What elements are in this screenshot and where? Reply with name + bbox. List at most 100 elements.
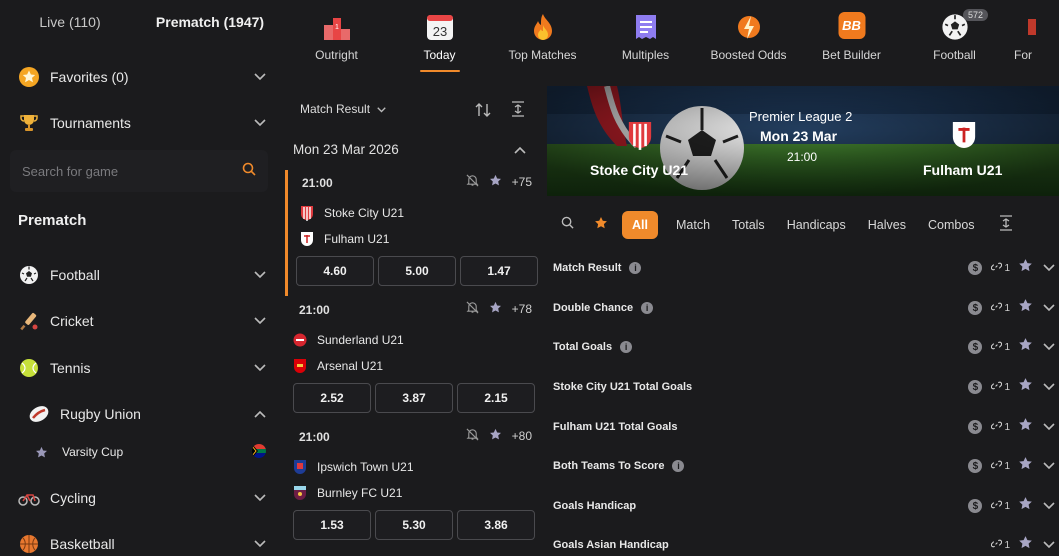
info-icon[interactable]: i <box>629 262 642 274</box>
tab-halves[interactable]: Halves <box>868 218 906 232</box>
match-card[interactable]: 21:00 +80 Ipswich Town U21 Burnley FC U2… <box>285 424 540 556</box>
sidebar-item-football[interactable]: Football <box>18 260 266 290</box>
odd-draw-button[interactable]: 3.87 <box>375 383 453 413</box>
search-input[interactable] <box>22 163 242 179</box>
bet-builder-link[interactable]: 1 <box>991 380 1010 394</box>
odd-home-button[interactable]: 1.53 <box>293 510 371 540</box>
star-icon[interactable] <box>1018 496 1033 516</box>
market-row[interactable]: Both Teams To Score i $1 <box>553 451 1059 481</box>
sidebar-item-cycling[interactable]: Cycling <box>18 483 266 513</box>
category-top-matches[interactable]: Top Matches <box>491 0 594 86</box>
star-icon[interactable] <box>489 174 502 190</box>
more-markets-count[interactable]: +75 <box>512 175 532 189</box>
chevron-down-icon[interactable] <box>1043 418 1055 436</box>
bell-off-icon[interactable] <box>466 174 479 190</box>
bet-builder-link[interactable]: 1 <box>991 261 1010 275</box>
tab-totals[interactable]: Totals <box>732 218 765 232</box>
category-football[interactable]: 572 Football <box>903 0 1006 86</box>
category-label: Today <box>423 48 456 62</box>
star-icon[interactable] <box>489 301 502 317</box>
tab-all[interactable]: All <box>622 211 658 239</box>
market-row[interactable]: Match Result i $1 <box>553 253 1059 283</box>
search-icon[interactable] <box>561 216 574 234</box>
tab-live[interactable]: Live (110) <box>0 14 140 30</box>
star-icon[interactable] <box>1018 377 1033 397</box>
chevron-down-icon[interactable] <box>1043 378 1055 396</box>
odd-away-button[interactable]: 3.86 <box>457 510 535 540</box>
market-row[interactable]: Goals Handicap $1 <box>553 491 1059 521</box>
chevron-down-icon[interactable] <box>1043 536 1055 554</box>
odd-away-button[interactable]: 2.15 <box>457 383 535 413</box>
odd-home-button[interactable]: 4.60 <box>296 256 374 286</box>
market-select[interactable]: Match Result <box>300 102 387 116</box>
search-icon[interactable] <box>242 162 256 181</box>
chevron-down-icon[interactable] <box>1043 497 1055 515</box>
flag-icon <box>1013 12 1043 42</box>
category-bar: 1 Outright 23 Today Top Matches Multiple… <box>285 0 1059 86</box>
market-row[interactable]: Stoke City U21 Total Goals $1 <box>553 372 1059 402</box>
info-icon[interactable]: i <box>620 341 633 353</box>
sort-icon[interactable] <box>475 102 491 123</box>
odd-away-button[interactable]: 1.47 <box>460 256 538 286</box>
bet-builder-link[interactable]: 1 <box>991 340 1010 354</box>
bell-off-icon[interactable] <box>466 301 479 317</box>
more-markets-count[interactable]: +80 <box>512 429 532 443</box>
sidebar-item-tournaments[interactable]: Tournaments <box>18 108 266 138</box>
bet-builder-link[interactable]: 1 <box>991 420 1010 434</box>
match-card[interactable]: 21:00 +78 Sunderland U21 Arsenal U21 2.5… <box>285 297 540 423</box>
sidebar-item-basketball[interactable]: Basketball <box>18 529 266 556</box>
date-header[interactable]: Mon 23 Mar 2026 <box>293 142 526 157</box>
sidebar-item-rugby-union[interactable]: Rugby Union <box>28 399 266 429</box>
tab-prematch[interactable]: Prematch (1947) <box>140 14 280 30</box>
tab-combos[interactable]: Combos <box>928 218 975 232</box>
cricket-icon <box>18 310 40 332</box>
chevron-down-icon[interactable] <box>1043 259 1055 277</box>
home-team: Stoke City U21 <box>300 205 404 221</box>
odd-draw-button[interactable]: 5.00 <box>378 256 456 286</box>
star-icon[interactable] <box>489 428 502 444</box>
sidebar-item-varsity-cup[interactable]: Varsity Cup <box>30 437 266 467</box>
collapse-all-icon[interactable] <box>511 101 525 122</box>
collapse-all-icon[interactable] <box>999 214 1013 236</box>
category-for[interactable]: For <box>1006 0 1036 86</box>
sidebar-item-favorites[interactable]: Favorites (0) <box>18 62 266 92</box>
category-today[interactable]: 23 Today <box>388 0 491 86</box>
chevron-down-icon[interactable] <box>1043 338 1055 356</box>
info-icon[interactable]: i <box>672 460 685 472</box>
favorites-star-icon[interactable] <box>594 216 608 235</box>
odd-home-button[interactable]: 2.52 <box>293 383 371 413</box>
banner-league: Premier League 2 <box>749 109 853 124</box>
market-row[interactable]: Fulham U21 Total Goals $1 <box>553 412 1059 442</box>
star-icon[interactable] <box>1018 535 1033 555</box>
odd-draw-button[interactable]: 5.30 <box>375 510 453 540</box>
bet-builder-link[interactable]: 1 <box>991 301 1010 315</box>
star-icon[interactable] <box>1018 417 1033 437</box>
category-boosted-odds[interactable]: Boosted Odds <box>697 0 800 86</box>
info-icon[interactable]: i <box>641 302 654 314</box>
bell-off-icon[interactable] <box>466 428 479 444</box>
market-row[interactable]: Double Chance i $1 <box>553 293 1059 323</box>
bet-builder-link[interactable]: 1 <box>991 538 1010 552</box>
tab-match[interactable]: Match <box>676 218 710 232</box>
cashout-icon: $ <box>968 340 983 354</box>
category-multiples[interactable]: Multiples <box>594 0 697 86</box>
star-icon[interactable] <box>1018 337 1033 357</box>
bet-builder-link[interactable]: 1 <box>991 459 1010 473</box>
team-name: Burnley FC U21 <box>317 486 403 500</box>
star-icon[interactable] <box>1018 298 1033 318</box>
star-icon[interactable] <box>1018 258 1033 278</box>
category-outright[interactable]: 1 Outright <box>285 0 388 86</box>
star-icon[interactable] <box>1018 456 1033 476</box>
bet-builder-link[interactable]: 1 <box>991 499 1010 513</box>
tab-handicaps[interactable]: Handicaps <box>787 218 846 232</box>
prematch-section-title: Prematch <box>18 212 87 229</box>
sidebar-item-cricket[interactable]: Cricket <box>18 306 266 336</box>
market-row[interactable]: Goals Asian Handicap 1 <box>553 530 1059 556</box>
match-card[interactable]: 21:00 +75 Stoke City U21 Fulham U21 4.60… <box>285 170 540 296</box>
chevron-down-icon[interactable] <box>1043 457 1055 475</box>
sidebar-item-tennis[interactable]: Tennis <box>18 353 266 383</box>
market-row[interactable]: Total Goals i $1 <box>553 332 1059 362</box>
more-markets-count[interactable]: +78 <box>512 302 532 316</box>
chevron-down-icon[interactable] <box>1043 299 1055 317</box>
category-bet-builder[interactable]: BB Bet Builder <box>800 0 903 86</box>
